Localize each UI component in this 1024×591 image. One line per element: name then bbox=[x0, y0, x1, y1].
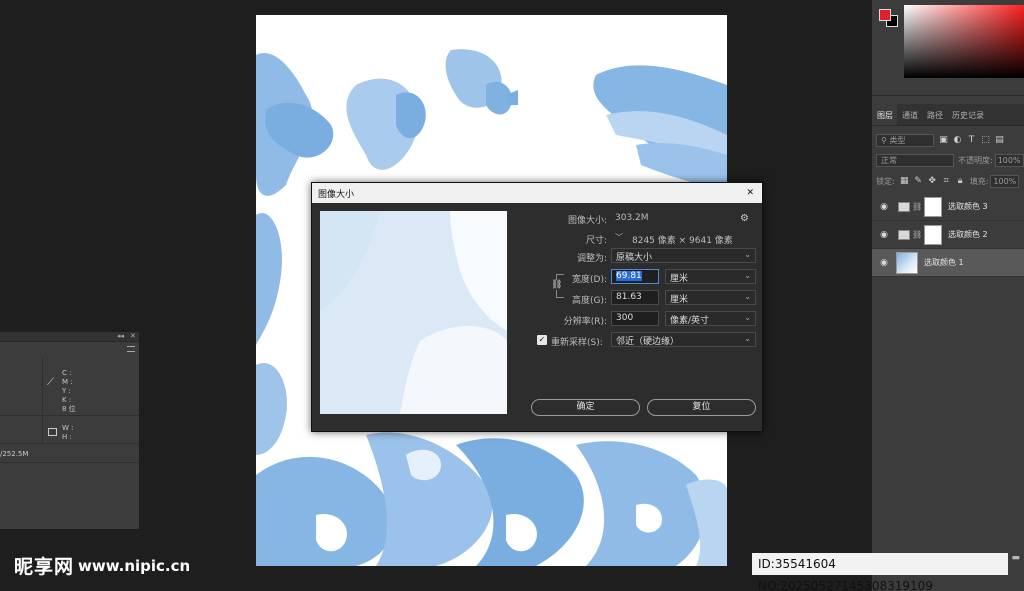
layer-row[interactable]: ◉ ⛓︎ 选取颜色 3 bbox=[872, 193, 1024, 221]
watermark-brand: 昵享网 www.nipic.cn bbox=[14, 552, 190, 579]
fill-label: 填充: bbox=[969, 177, 989, 186]
adjustment-layer-icon bbox=[898, 201, 910, 212]
selection-size-icon bbox=[48, 428, 57, 436]
info-panel: ◂◂ ✕ ⟋ C : M : Y : K : 8 位 W : H : /252.… bbox=[0, 332, 139, 529]
chain-link-icon[interactable]: ⛓︎ bbox=[912, 230, 922, 239]
image-preview[interactable] bbox=[320, 211, 507, 414]
chevron-down-icon: ⌄ bbox=[744, 334, 751, 343]
dimensions-label: 尺寸: bbox=[585, 236, 607, 246]
tab-history[interactable]: 历史记录 bbox=[947, 104, 988, 125]
resolution-label: 分辨率(R): bbox=[563, 317, 607, 327]
opacity-label: 不透明度: bbox=[958, 156, 993, 165]
dimensions-value: 8245 像素 × 9641 像素 bbox=[632, 236, 733, 246]
watermark-id: ID:35541604 NO:20250527145308319109 bbox=[752, 553, 1008, 591]
resample-select[interactable]: 邻近（硬边缘） ⌄ bbox=[611, 332, 756, 347]
resample-checkbox[interactable]: ✓ bbox=[537, 335, 547, 345]
image-size-label: 图像大小: bbox=[567, 216, 607, 226]
layer-image-thumbnail[interactable] bbox=[896, 251, 918, 274]
filter-shape-icon[interactable]: ⬚ bbox=[981, 136, 990, 145]
layer-filter-row: ⚲ 类型 ▣ ◐ T ⬚ ▤ bbox=[872, 134, 1024, 147]
folder-icon[interactable]: ▬ bbox=[1011, 553, 1020, 563]
right-panels: 图层 通道 路径 历史记录 ⚲ 类型 ▣ ◐ T ⬚ ▤ 正常 不透明度: 10… bbox=[872, 0, 1024, 591]
panel-menu-icon[interactable] bbox=[127, 346, 135, 352]
adjustment-layer-icon bbox=[898, 229, 910, 240]
chevron-down-icon: ⌄ bbox=[744, 292, 751, 301]
preview-image bbox=[320, 211, 507, 414]
image-size-dialog: 图像大小 ✕ 图像大小: 303.2M ⚙ 尺寸: ﹀ 8245 像素 × 96… bbox=[311, 182, 763, 432]
fit-to-label: 调整为: bbox=[576, 254, 607, 264]
visibility-eye-icon[interactable]: ◉ bbox=[876, 230, 892, 240]
width-unit-select[interactable]: 厘米 ⌄ bbox=[665, 269, 756, 284]
info-panel-header: ◂◂ ✕ bbox=[0, 332, 139, 342]
chevron-down-icon: ⌄ bbox=[744, 271, 751, 280]
fit-to-select[interactable]: 原稿大小 ⌄ bbox=[611, 248, 756, 263]
opacity-input[interactable]: 100% bbox=[994, 154, 1024, 167]
dialog-titlebar[interactable]: 图像大小 ✕ bbox=[312, 183, 762, 203]
layer-name[interactable]: 选取颜色 3 bbox=[948, 201, 988, 212]
tab-layers[interactable]: 图层 bbox=[872, 104, 897, 125]
image-size-value: 303.2M bbox=[615, 213, 649, 223]
resample-label: 重新采样(S): bbox=[551, 338, 603, 348]
dimensions-toggle-chevron-down-icon[interactable]: ﹀ bbox=[615, 232, 623, 243]
layer-name[interactable]: 选取颜色 2 bbox=[948, 229, 988, 240]
dialog-title: 图像大小 bbox=[318, 189, 355, 200]
layer-filter-select[interactable]: ⚲ 类型 bbox=[876, 134, 934, 147]
layer-row-selected[interactable]: ◉ 选取颜色 1 bbox=[872, 249, 1024, 277]
layer-row[interactable]: ◉ ⛓︎ 选取颜色 2 bbox=[872, 221, 1024, 249]
lock-all-icon[interactable]: 🔒︎ bbox=[956, 177, 965, 186]
width-input[interactable]: 69.81 bbox=[611, 269, 659, 284]
blend-mode-select[interactable]: 正常 bbox=[876, 154, 954, 167]
layer-mask-thumbnail[interactable] bbox=[924, 196, 942, 217]
height-input[interactable]: 81.63 bbox=[611, 290, 659, 305]
tab-paths[interactable]: 路径 bbox=[922, 104, 947, 125]
filter-image-icon[interactable]: ▣ bbox=[939, 136, 948, 145]
height-unit-select[interactable]: 厘米 ⌄ bbox=[665, 290, 756, 305]
blend-row: 正常 不透明度: 100% bbox=[872, 154, 1024, 167]
lock-row: 锁定: ▦ ✎ ✥ ⌗ 🔒︎ 填充: 100% bbox=[872, 175, 1024, 188]
watermark-brand-name: 昵享网 bbox=[14, 556, 75, 578]
filter-adjustment-icon[interactable]: ◐ bbox=[953, 136, 962, 145]
visibility-eye-icon[interactable]: ◉ bbox=[876, 202, 892, 212]
layer-mask-thumbnail[interactable] bbox=[924, 224, 942, 245]
resolution-input[interactable]: 300 bbox=[611, 311, 659, 326]
filter-smart-icon[interactable]: ▤ bbox=[995, 136, 1004, 145]
eyedropper-icon: ⟋ bbox=[47, 377, 54, 388]
close-icon[interactable]: ✕ bbox=[746, 187, 754, 199]
filter-type-icon[interactable]: T bbox=[967, 136, 976, 145]
width-label: 宽度(D): bbox=[572, 275, 607, 285]
tab-channels[interactable]: 通道 bbox=[897, 104, 922, 125]
color-panel bbox=[872, 0, 1024, 96]
collapse-icon[interactable]: ◂◂ bbox=[117, 332, 124, 340]
watermark-url: www.nipic.cn bbox=[78, 556, 191, 575]
height-label: 高度(G): bbox=[571, 296, 607, 306]
foreground-color-swatch[interactable] bbox=[879, 9, 891, 21]
layer-name[interactable]: 选取颜色 1 bbox=[924, 257, 964, 268]
lock-move-icon[interactable]: ✥ bbox=[928, 177, 937, 186]
fill-input[interactable]: 100% bbox=[990, 175, 1020, 188]
lock-artboard-icon[interactable]: ⌗ bbox=[942, 177, 951, 186]
layers-panel-tabs: 图层 通道 路径 历史记录 bbox=[872, 104, 1024, 126]
close-icon[interactable]: ✕ bbox=[130, 332, 136, 340]
ok-button[interactable]: 确定 bbox=[531, 399, 640, 416]
layers-panel: 图层 通道 路径 历史记录 ⚲ 类型 ▣ ◐ T ⬚ ▤ 正常 不透明度: 10… bbox=[872, 104, 1024, 591]
lock-paint-icon[interactable]: ✎ bbox=[914, 177, 923, 186]
info-cmyk-labels: C : M : Y : K : 8 位 bbox=[62, 369, 76, 413]
info-wh-labels: W : H : bbox=[62, 424, 74, 441]
color-picker-gradient[interactable] bbox=[904, 5, 1024, 78]
lock-transparent-icon[interactable]: ▦ bbox=[900, 177, 909, 186]
settings-gear-icon[interactable]: ⚙ bbox=[740, 213, 749, 224]
chevron-down-icon: ⌄ bbox=[744, 250, 751, 259]
lock-label: 锁定: bbox=[876, 177, 895, 186]
chain-link-icon[interactable]: ⛓︎ bbox=[912, 202, 922, 211]
chevron-down-icon: ⌄ bbox=[744, 313, 751, 322]
doc-size-text: /252.5M bbox=[0, 450, 29, 458]
reset-button[interactable]: 复位 bbox=[647, 399, 756, 416]
visibility-eye-icon[interactable]: ◉ bbox=[876, 258, 892, 268]
resolution-unit-select[interactable]: 像素/英寸 ⌄ bbox=[665, 311, 756, 326]
